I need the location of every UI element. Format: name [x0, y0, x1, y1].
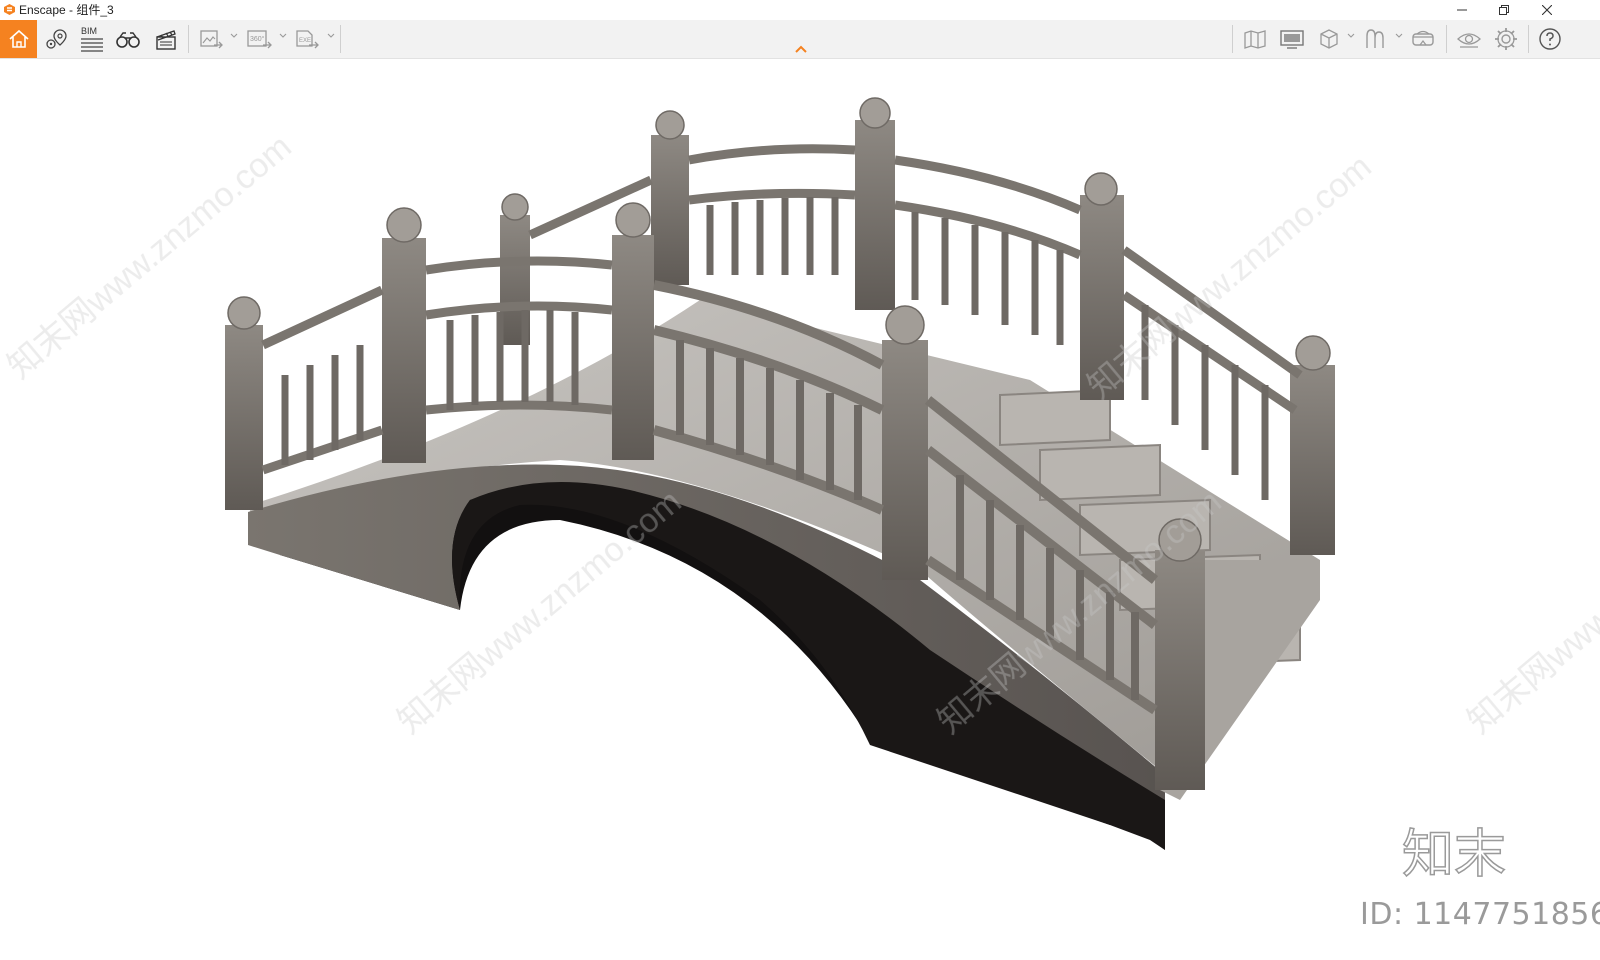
exe-export-icon: EXE	[296, 30, 319, 49]
visual-settings-button[interactable]	[1454, 20, 1484, 58]
toolbar-separator	[1446, 25, 1447, 53]
gear-icon	[1495, 28, 1517, 50]
window-title: Enscape - 组件_3	[19, 3, 114, 17]
minimize-icon	[1457, 9, 1467, 11]
binoculars-button[interactable]	[113, 20, 143, 58]
close-button[interactable]	[1526, 0, 1568, 20]
chevron-down-icon[interactable]	[1347, 33, 1355, 39]
chevron-down-icon[interactable]	[230, 33, 238, 39]
toolbar-separator	[188, 25, 189, 53]
cube-icon	[1320, 29, 1338, 49]
svg-text:BIM: BIM	[81, 26, 97, 36]
image-export-icon	[200, 30, 223, 49]
home-icon	[8, 29, 29, 48]
chevron-up-icon[interactable]	[794, 44, 808, 54]
svg-text:360°: 360°	[250, 35, 265, 43]
svg-text:EXE: EXE	[299, 38, 311, 44]
asset-library-button[interactable]	[1361, 20, 1391, 58]
location-pin-icon	[46, 29, 67, 49]
settings-button[interactable]	[1491, 20, 1521, 58]
chevron-down-icon[interactable]	[327, 33, 335, 39]
clapperboard-icon	[156, 30, 176, 50]
minimize-button[interactable]	[1441, 0, 1483, 20]
toolbar-separator	[340, 25, 341, 53]
views-button[interactable]	[42, 20, 72, 58]
panorama-export-button[interactable]: 360°	[244, 20, 274, 58]
map-icon	[1244, 30, 1266, 49]
asset-id-label: ID: 1147751856	[1360, 897, 1600, 932]
chevron-down-icon[interactable]	[279, 33, 287, 39]
home-button[interactable]	[0, 20, 37, 58]
video-button[interactable]	[151, 20, 181, 58]
toolbar-separator	[1232, 25, 1233, 53]
svg-text:知末: 知末	[1402, 825, 1506, 882]
help-button[interactable]	[1535, 20, 1565, 58]
display-button[interactable]	[1277, 20, 1307, 58]
asset-library-icon	[1366, 29, 1384, 48]
enscape-logo-icon	[4, 4, 15, 15]
panorama-360-icon: 360°	[247, 30, 272, 49]
render-viewport[interactable]: 知末网www.znzmo.com 知末网www.znzmo.com 知末网www…	[0, 59, 1600, 955]
binoculars-icon	[116, 32, 140, 48]
svg-text:知末网www.znzmo.com: 知末网www.znzmo.com	[1461, 483, 1600, 742]
bim-button[interactable]: BIM	[77, 20, 107, 58]
screenshot-export-button[interactable]	[196, 20, 226, 58]
vr-headset-icon	[1412, 30, 1434, 46]
help-icon	[1539, 28, 1561, 50]
exe-export-button[interactable]: EXE	[292, 20, 322, 58]
monitor-icon	[1280, 30, 1304, 49]
toolbar-separator	[1528, 25, 1529, 53]
restore-button[interactable]	[1483, 0, 1525, 20]
cube-button[interactable]	[1314, 20, 1344, 58]
close-icon	[1542, 5, 1552, 15]
bim-icon: BIM	[81, 26, 103, 52]
vr-button[interactable]	[1408, 20, 1438, 58]
brand-logo: 知末	[1402, 824, 1507, 882]
map-button[interactable]	[1240, 20, 1270, 58]
chevron-down-icon[interactable]	[1395, 33, 1403, 39]
eye-icon	[1457, 33, 1481, 48]
restore-icon	[1499, 5, 1509, 15]
title-bar: Enscape - 组件_3	[0, 0, 1600, 20]
stone-arch-bridge-render: 知末网www.znzmo.com 知末网www.znzmo.com 知末网www…	[1, 97, 1600, 850]
